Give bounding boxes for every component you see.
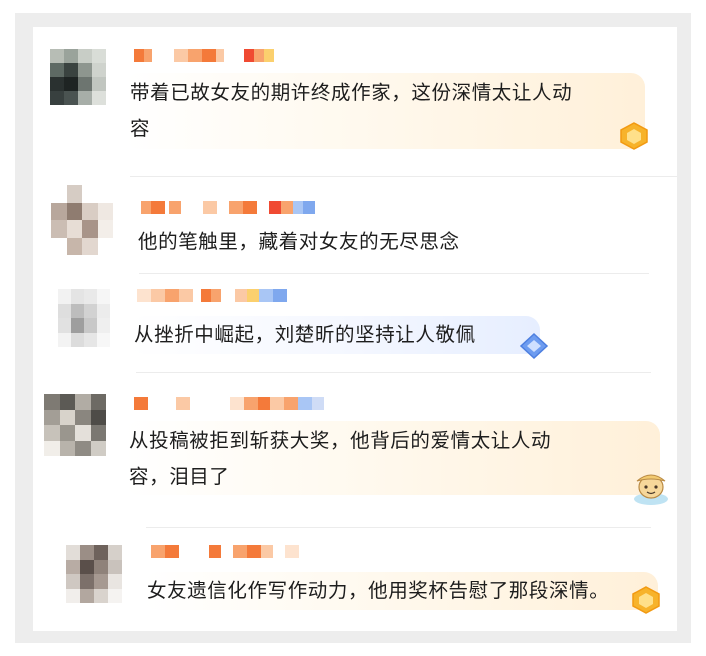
gold-gem-badge-icon — [632, 586, 660, 614]
gold-gem-badge-icon — [620, 122, 648, 150]
avatar[interactable] — [44, 394, 106, 456]
username-blurred[interactable] — [134, 397, 324, 410]
divider — [130, 176, 677, 177]
comment-text: 带着已故女友的期许终成作家，这份深情太让人动 容 — [130, 81, 573, 140]
avatar[interactable] — [51, 185, 113, 255]
blue-diamond-badge-icon — [519, 332, 549, 360]
comment-text: 女友遗信化作写作动力，他用奖杯告慰了那段深情。 — [147, 579, 610, 602]
comment-text: 从投稿被拒到斩获大奖，他背后的爱情太让人动 容，泪目了 — [129, 429, 552, 488]
username-blurred[interactable] — [151, 545, 299, 558]
divider — [139, 273, 649, 274]
comment-text: 从挫折中崛起，刘楚昕的坚持让人敬佩 — [134, 323, 476, 346]
divider — [146, 527, 651, 528]
comment-list: 带着已故女友的期许终成作家，这份深情太让人动 容 他的笔触里，藏着对女友的无尽思… — [33, 27, 677, 631]
username-blurred[interactable] — [137, 289, 287, 302]
avatar[interactable] — [50, 49, 106, 105]
comment-text: 他的笔触里，藏着对女友的无尽思念 — [138, 230, 460, 253]
username-blurred[interactable] — [134, 49, 274, 62]
cartoon-mascot-badge-icon — [634, 474, 668, 505]
username-blurred[interactable] — [141, 201, 315, 214]
avatar[interactable] — [58, 289, 110, 347]
divider — [136, 372, 651, 373]
avatar[interactable] — [66, 545, 122, 603]
